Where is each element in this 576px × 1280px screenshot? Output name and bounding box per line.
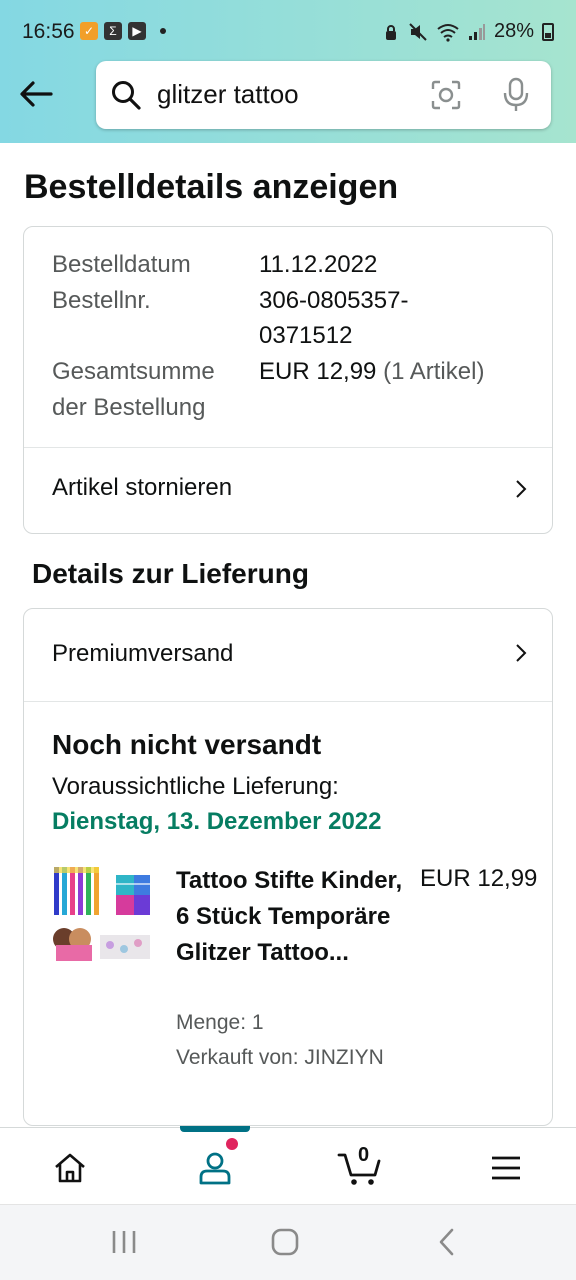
mute-icon bbox=[409, 22, 427, 41]
notification-badge bbox=[226, 1138, 238, 1150]
order-total-items: (1 Artikel) bbox=[383, 358, 485, 385]
app-header: 16:56 ✓ Σ ▶ 28% glitzer tattoo bbox=[0, 0, 576, 143]
order-summary-card: Bestelldatum 11.12.2022 Bestellnr. 306-0… bbox=[23, 226, 553, 534]
order-total-value: EUR 12,99 (1 Artikel) bbox=[259, 358, 484, 386]
wifi-icon bbox=[437, 23, 459, 42]
chevron-right-icon bbox=[516, 644, 527, 662]
app-notification-icon: ✓ bbox=[80, 22, 98, 40]
product-quantity: Menge: 1 bbox=[176, 1011, 264, 1034]
system-status: 28% bbox=[382, 20, 554, 43]
order-total-amount: EUR 12,99 bbox=[259, 358, 377, 385]
youtube-notification-icon: ▶ bbox=[128, 22, 146, 40]
bottom-nav: 0 bbox=[0, 1126, 576, 1204]
mic-icon[interactable] bbox=[502, 77, 530, 113]
nav-account-button[interactable] bbox=[193, 1146, 237, 1190]
signal-icon bbox=[468, 23, 485, 40]
back-button[interactable] bbox=[16, 74, 56, 114]
page-title: Bestelldetails anzeigen bbox=[24, 168, 399, 206]
product-image[interactable] bbox=[52, 865, 152, 965]
expected-delivery-label: Voraussichtliche Lieferung: bbox=[52, 773, 339, 800]
expected-delivery-date: Dienstag, 13. Dezember 2022 bbox=[52, 808, 382, 835]
shipping-method-label: Premiumversand bbox=[52, 640, 234, 667]
nav-menu-button[interactable] bbox=[484, 1146, 528, 1190]
order-number-value-line2: 0371512 bbox=[259, 322, 353, 349]
camera-icon[interactable] bbox=[430, 79, 462, 111]
home-icon bbox=[55, 1153, 85, 1183]
battery-icon bbox=[542, 22, 554, 41]
status-time: 16:56 bbox=[22, 20, 75, 43]
order-date-value: 11.12.2022 bbox=[259, 251, 378, 278]
recent-apps-icon[interactable] bbox=[110, 1229, 138, 1255]
search-icon bbox=[112, 81, 141, 110]
delivery-section-title: Details zur Lieferung bbox=[32, 558, 309, 589]
more-notifications-icon bbox=[160, 28, 166, 34]
menu-icon bbox=[492, 1156, 520, 1180]
account-icon bbox=[199, 1152, 231, 1185]
status-bar: 16:56 ✓ Σ ▶ 28% bbox=[0, 0, 576, 58]
back-system-icon[interactable] bbox=[436, 1227, 456, 1257]
product-title-link[interactable]: Tattoo Stifte Kinder, 6 Stück Temporäre … bbox=[176, 863, 414, 971]
notification-icons: ✓ Σ ▶ bbox=[80, 22, 166, 40]
order-total-label-line2: der Bestellung bbox=[52, 394, 206, 421]
battery-percent: 28% bbox=[493, 20, 534, 42]
divider bbox=[24, 701, 552, 702]
cancel-items-label: Artikel stornieren bbox=[52, 474, 233, 501]
delivery-card: Premiumversand Noch nicht versandt Vorau… bbox=[23, 608, 553, 1126]
search-bar[interactable]: glitzer tattoo bbox=[96, 61, 551, 129]
order-date-label: Bestelldatum bbox=[52, 251, 191, 278]
product-price: EUR 12,99 bbox=[420, 865, 538, 892]
system-nav-bar bbox=[0, 1204, 576, 1280]
lock-icon bbox=[385, 24, 396, 40]
order-number-value-line1: 306-0805357- bbox=[259, 287, 409, 314]
search-input[interactable]: glitzer tattoo bbox=[157, 79, 299, 110]
shipment-status: Noch nicht versandt bbox=[52, 729, 322, 760]
chevron-right-icon bbox=[516, 480, 527, 498]
sigma-notification-icon: Σ bbox=[104, 22, 122, 40]
product-seller: Verkauft von: JINZIYN bbox=[176, 1046, 384, 1069]
home-system-icon[interactable] bbox=[270, 1227, 300, 1257]
cart-count: 0 bbox=[358, 1144, 370, 1166]
nav-home-button[interactable] bbox=[48, 1146, 92, 1190]
back-arrow-icon bbox=[20, 81, 53, 107]
cancel-items-link[interactable]: Artikel stornieren bbox=[24, 448, 552, 534]
shipping-method-link[interactable]: Premiumversand bbox=[24, 609, 552, 701]
order-total-label-line1: Gesamtsumme bbox=[52, 358, 215, 385]
active-tab-indicator bbox=[180, 1126, 250, 1132]
order-number-label: Bestellnr. bbox=[52, 287, 151, 314]
